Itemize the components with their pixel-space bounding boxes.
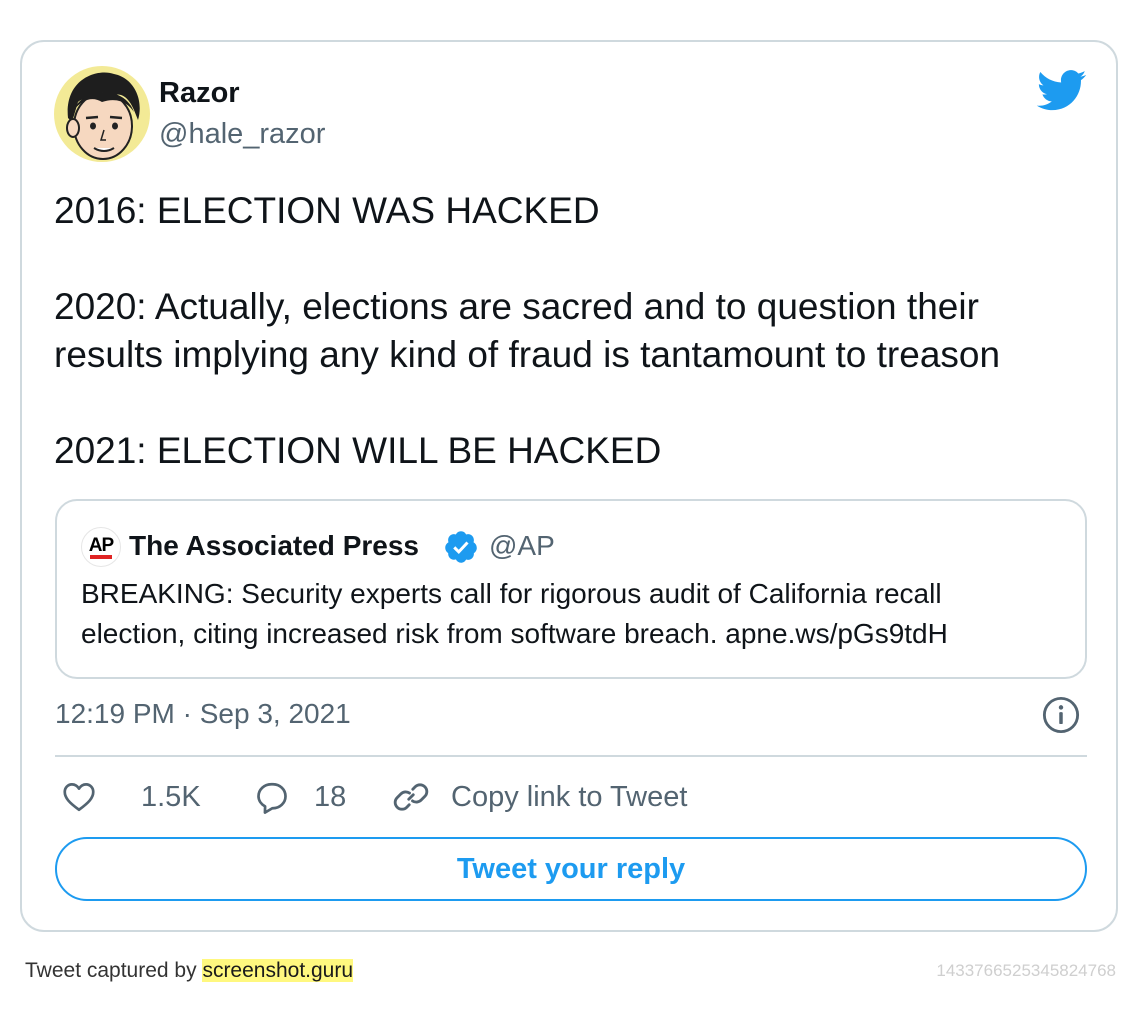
tweet-line: 2020: Actually, elections are sacred and… [54,286,979,327]
reply-bubble-icon[interactable] [254,779,290,815]
twitter-bird-icon[interactable] [1037,70,1087,112]
tweet-line: 2021: ELECTION WILL BE HACKED [54,430,662,471]
tweet-text: 2016: ELECTION WAS HACKED 2020: Actually… [54,187,1094,475]
verified-badge-icon [445,531,477,563]
copy-link-label[interactable]: Copy link to Tweet [451,778,687,816]
quote-author-name[interactable]: The Associated Press [129,528,419,564]
avatar[interactable] [54,66,150,162]
tweet-line: 2016: ELECTION WAS HACKED [54,190,600,231]
ap-logo-text: AP [89,535,115,556]
quoted-tweet[interactable]: AP The Associated Press @AP BREAKING: Se… [55,499,1087,679]
tweet-your-reply-button[interactable]: Tweet your reply [55,837,1087,901]
action-bar: 1.5K 18 Copy link to Tweet [55,776,1087,818]
captured-by-label: Tweet captured by [25,959,203,982]
link-icon[interactable] [393,779,429,815]
tweet-id: 1433766525345824768 [936,961,1116,980]
screenshot-guru-link[interactable]: screenshot.guru [202,959,354,982]
quote-line: election, citing increased risk from sof… [81,618,948,649]
like-count[interactable]: 1.5K [141,778,201,816]
quote-line: BREAKING: Security experts call for rigo… [81,578,942,609]
quote-author-handle[interactable]: @AP [489,528,555,564]
divider [55,755,1087,757]
tweet-card: Razor @hale_razor 2016: ELECTION WAS HAC… [20,40,1118,932]
heart-icon[interactable] [61,779,97,815]
reply-count[interactable]: 18 [314,778,346,816]
footer-credit: Tweet captured by screenshot.guru [25,957,354,985]
author-handle[interactable]: @hale_razor [159,116,325,152]
quote-text: BREAKING: Security experts call for rigo… [81,574,1071,654]
tweet-timestamp[interactable]: 12:19 PM · Sep 3, 2021 [55,696,351,732]
info-icon[interactable] [1042,696,1080,734]
ap-logo-icon: AP [81,527,121,567]
author-name[interactable]: Razor [159,75,240,111]
tweet-line: results implying any kind of fraud is ta… [54,334,1001,375]
